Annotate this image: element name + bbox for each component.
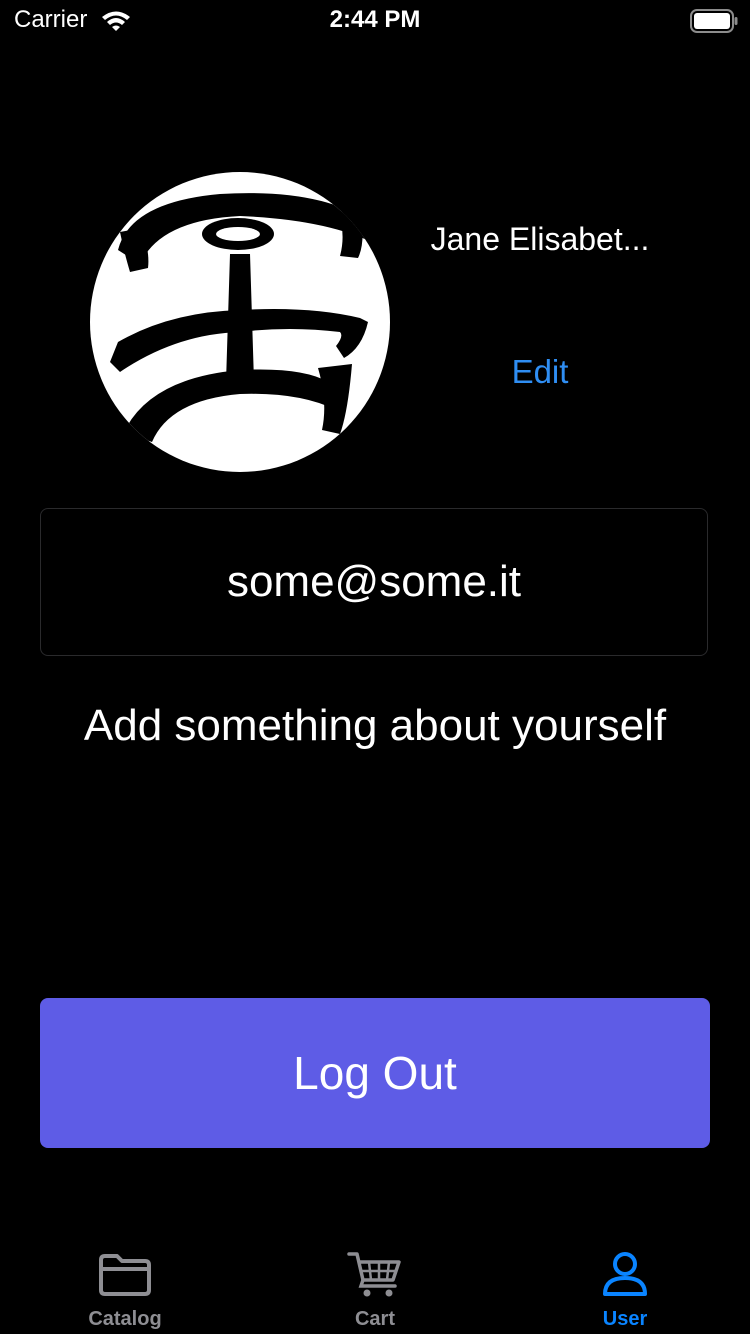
person-icon <box>603 1252 647 1296</box>
status-bar: Carrier 2:44 PM <box>0 0 750 40</box>
tab-catalog[interactable]: Catalog <box>0 1234 250 1334</box>
battery-icon <box>690 9 738 33</box>
tab-bar: Catalog Cart User <box>0 1234 750 1334</box>
about-text[interactable]: Add something about yourself <box>0 698 750 754</box>
logout-button[interactable]: Log Out <box>40 998 710 1148</box>
tab-cart[interactable]: Cart <box>250 1234 500 1334</box>
tab-catalog-label: Catalog <box>88 1308 162 1330</box>
user-name: Jane Elisabet... <box>430 221 650 257</box>
tab-user[interactable]: User <box>500 1234 750 1334</box>
status-time: 2:44 PM <box>329 6 421 33</box>
logout-label: Log Out <box>293 1047 457 1099</box>
tab-user-label: User <box>602 1308 648 1330</box>
cart-icon <box>347 1252 401 1297</box>
email-value: some@some.it <box>226 557 522 606</box>
edit-button[interactable]: Edit <box>470 352 610 392</box>
email-field: some@some.it <box>40 508 708 656</box>
folder-icon <box>99 1254 151 1296</box>
tab-cart-label: Cart <box>354 1308 395 1330</box>
avatar[interactable] <box>90 172 390 472</box>
